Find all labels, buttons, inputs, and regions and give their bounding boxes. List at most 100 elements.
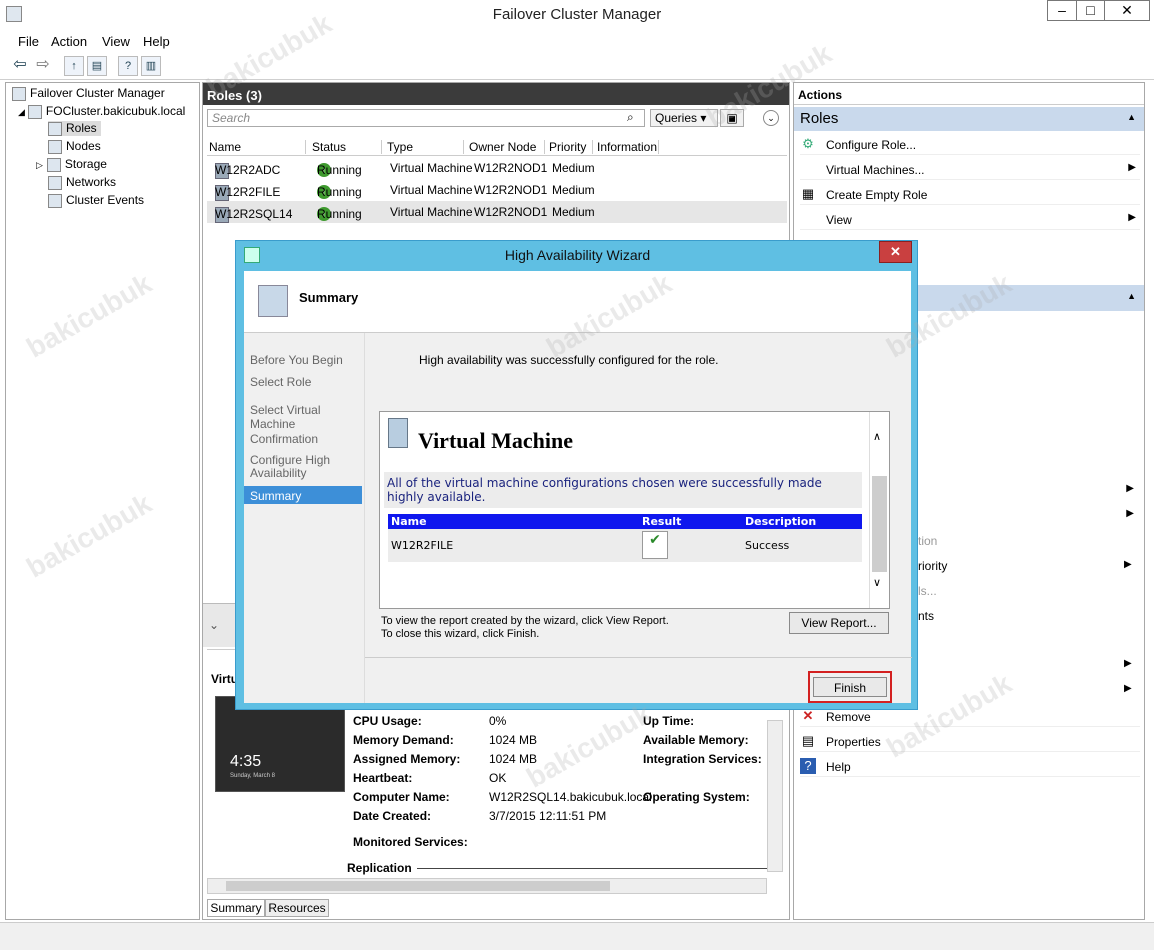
vm-thumbnail[interactable]: 4:35 Sunday, March 8 xyxy=(215,696,345,792)
minimize-button[interactable]: – xyxy=(1047,0,1077,21)
maximize-button[interactable]: □ xyxy=(1076,0,1105,21)
roles-column-header: Name Status Type Owner Node Priority Inf… xyxy=(207,138,787,156)
tab-resources[interactable]: Resources xyxy=(265,899,329,917)
collapse-arrow-icon[interactable]: ▲ xyxy=(1127,112,1136,122)
action-configure-role[interactable]: ⚙ Configure Role... xyxy=(800,133,1140,155)
up-folder-icon[interactable]: ↑ xyxy=(64,56,84,76)
vertical-scrollbar[interactable] xyxy=(767,720,783,872)
action-properties[interactable]: ▤ Properties xyxy=(800,730,1140,752)
action-virtual-machines[interactable]: Virtual Machines... ▶ xyxy=(800,158,1140,180)
step-summary-active: Summary xyxy=(244,486,362,504)
action-label: Help xyxy=(826,760,851,774)
action-view[interactable]: View ▶ xyxy=(800,208,1140,230)
action-label: Remove xyxy=(826,710,871,724)
row-status: Running xyxy=(317,185,362,199)
field-value: 1024 MB xyxy=(489,733,538,747)
tab-summary[interactable]: Summary xyxy=(207,899,265,917)
wizard-main: High availability was successfully confi… xyxy=(364,333,912,703)
th-description: Description xyxy=(745,515,817,528)
col-name[interactable]: Name xyxy=(209,140,306,154)
col-priority[interactable]: Priority xyxy=(549,140,593,154)
menu-file[interactable]: File xyxy=(18,34,39,49)
action-fragment[interactable]: nts xyxy=(918,609,934,623)
help-icon[interactable]: ? xyxy=(118,56,138,76)
close-button[interactable]: ✕ xyxy=(1104,0,1150,21)
report-scrollbar[interactable]: ∧ ∨ xyxy=(869,412,889,608)
back-arrow-icon[interactable]: ⇦ xyxy=(10,56,30,76)
row-name: W12R2ADC xyxy=(215,163,281,177)
queries-button[interactable]: Queries ▾ xyxy=(650,109,718,127)
field-label: Monitored Services: xyxy=(353,835,468,849)
collapse-arrow-icon[interactable]: ▷ xyxy=(36,160,43,170)
submenu-arrow-icon: ▶ xyxy=(1124,559,1132,570)
tree-item-label: Storage xyxy=(64,157,107,171)
collapse-circle-icon[interactable]: ⌄ xyxy=(763,110,779,126)
row-owner: W12R2NOD1 xyxy=(474,183,548,197)
expand-arrow-icon[interactable]: ◢ xyxy=(18,107,25,117)
submenu-arrow-icon: ▶ xyxy=(1124,683,1132,694)
menu-help[interactable]: Help xyxy=(143,34,170,49)
field-value: W12R2SQL14.bakicubuk.local xyxy=(489,790,652,804)
menu-action[interactable]: Action xyxy=(51,34,87,49)
horizontal-scrollbar[interactable] xyxy=(207,878,767,894)
cluster-manager-icon xyxy=(12,86,26,101)
table-row[interactable]: W12R2ADC ↑ Running Virtual Machine W12R2N… xyxy=(207,157,787,179)
col-type[interactable]: Type xyxy=(387,140,464,154)
action-label: Configure Role... xyxy=(826,138,917,152)
tree-item-label: Nodes xyxy=(66,139,101,153)
search-icon[interactable]: ⌕ xyxy=(627,110,634,125)
row-owner: W12R2NOD1 xyxy=(474,161,548,175)
search-input[interactable]: Search xyxy=(207,109,645,127)
tree-item-networks[interactable]: Networks xyxy=(48,175,116,190)
show-hide-action-pane-icon[interactable]: ▥ xyxy=(141,56,161,76)
save-query-icon[interactable]: ▣ xyxy=(720,109,744,127)
field-label: Memory Demand: xyxy=(353,733,454,747)
submenu-arrow-icon: ▶ xyxy=(1126,508,1134,519)
collapse-detail-icon[interactable]: ⌄ xyxy=(209,618,219,632)
table-row-selected[interactable]: W12R2SQL14 ↑ Running Virtual Machine W12R… xyxy=(207,201,787,223)
field-value: OK xyxy=(489,771,507,785)
forward-arrow-icon[interactable]: ⇨ xyxy=(33,56,53,76)
row-type: Virtual Machine xyxy=(390,205,473,219)
scroll-up-icon[interactable]: ∧ xyxy=(873,430,881,443)
table-row[interactable]: W12R2FILE ↑ Running Virtual Machine W12R2… xyxy=(207,179,787,201)
tree-item-storage[interactable]: ▷ Storage xyxy=(36,157,107,172)
actions-section-roles[interactable]: Roles ▲ xyxy=(794,107,1144,131)
th-result: Result xyxy=(642,515,682,528)
tree-item-roles[interactable]: Roles xyxy=(48,121,101,136)
col-status[interactable]: Status xyxy=(312,140,382,154)
tree-cluster-label: FOCluster.bakicubuk.local xyxy=(45,104,186,118)
action-fragment[interactable]: riority xyxy=(918,559,947,573)
title-bar: Failover Cluster Manager – □ ✕ xyxy=(0,0,1154,30)
submenu-arrow-icon: ▶ xyxy=(1128,162,1136,173)
menu-view[interactable]: View xyxy=(102,34,130,49)
tree-item-cluster-events[interactable]: Cluster Events xyxy=(48,193,144,208)
field-value: 3/7/2015 12:11:51 PM xyxy=(489,809,607,823)
scrollbar-thumb[interactable] xyxy=(872,476,887,572)
col-owner-node[interactable]: Owner Node xyxy=(469,140,545,154)
row-status: Running xyxy=(317,207,362,221)
scroll-down-icon[interactable]: ∨ xyxy=(873,576,881,589)
tree-cluster[interactable]: ◢ FOCluster.bakicubuk.local xyxy=(18,104,185,119)
nodes-icon xyxy=(48,139,62,154)
row-priority: Medium xyxy=(552,205,595,219)
wizard-close-button[interactable]: ✕ xyxy=(879,241,912,263)
replication-divider xyxy=(417,868,767,869)
action-help[interactable]: ? Help xyxy=(800,755,1140,777)
action-create-empty-role[interactable]: ▦ Create Empty Role xyxy=(800,183,1140,205)
wizard-steps: Before You Begin Select Role Select Virt… xyxy=(244,333,364,703)
scrollbar-thumb[interactable] xyxy=(226,881,610,891)
wizard-header: Summary xyxy=(244,271,911,333)
show-hide-tree-icon[interactable]: ▤ xyxy=(87,56,107,76)
col-information[interactable]: Information xyxy=(597,140,659,154)
finish-button[interactable]: Finish xyxy=(813,677,887,697)
step-configure-ha: Configure High Availability xyxy=(250,453,331,480)
report-panel: Virtual Machine All of the virtual machi… xyxy=(379,411,890,609)
collapse-arrow-icon[interactable]: ▲ xyxy=(1127,291,1136,301)
toolbar: ⇦ ⇨ ↑ ▤ ? ▥ xyxy=(0,52,1154,80)
high-availability-wizard: High Availability Wizard ✕ Summary Befor… xyxy=(235,240,918,710)
tree-item-label: Networks xyxy=(66,175,117,189)
tree-root[interactable]: Failover Cluster Manager xyxy=(12,86,165,101)
view-report-button[interactable]: View Report... xyxy=(789,612,889,634)
tree-item-nodes[interactable]: Nodes xyxy=(48,139,101,154)
